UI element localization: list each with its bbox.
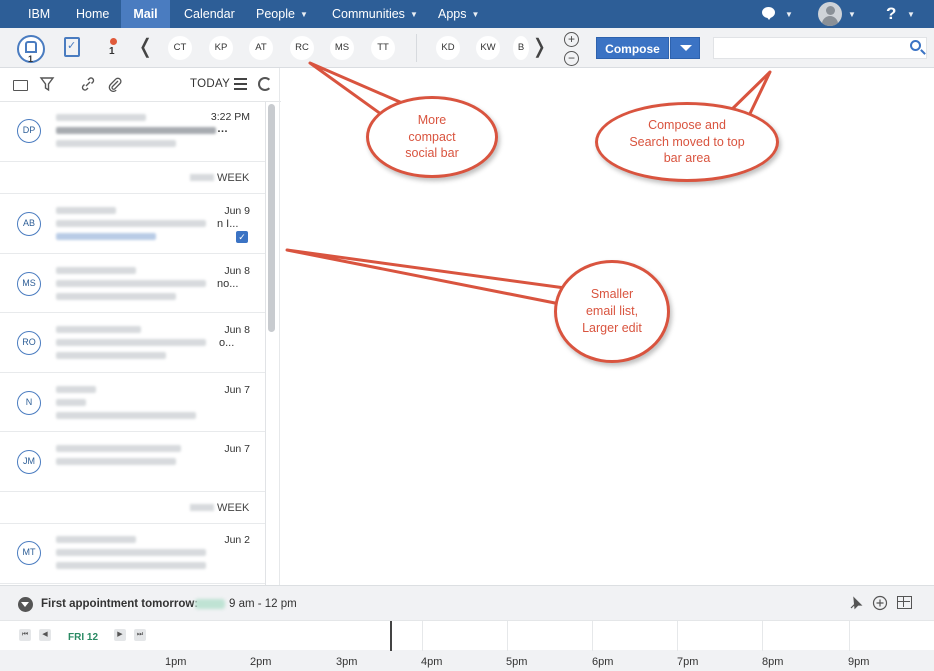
first-appointment-label: First appointment tomorrow: xyxy=(41,598,199,610)
app-window: IBM Home Mail Calendar People ▼ Communiti… xyxy=(0,0,934,671)
add-circle-icon[interactable] xyxy=(872,595,888,614)
current-time-marker xyxy=(390,621,392,651)
first-day-icon[interactable]: ⏮ xyxy=(19,629,31,641)
next-day-icon[interactable]: ▶ xyxy=(114,629,126,641)
prev-day-icon[interactable]: ◀ xyxy=(39,629,51,641)
callout-tails xyxy=(285,61,772,306)
hour-label: 6pm xyxy=(592,656,614,668)
hour-gridline xyxy=(422,621,423,651)
hour-gridline xyxy=(592,621,593,651)
list-callout-tail xyxy=(285,248,567,306)
social-callout: More compact social bar xyxy=(366,96,498,178)
appointment-blur xyxy=(195,599,225,609)
last-day-icon[interactable]: ⏭ xyxy=(134,629,146,641)
compose-callout: Compose and Search moved to top bar area xyxy=(595,102,779,182)
list-callout-text: Smaller email list, Larger edit xyxy=(582,287,642,335)
collapse-toggle-icon[interactable] xyxy=(18,597,33,612)
current-day-label[interactable]: FRI 12 xyxy=(68,632,98,643)
list-callout: Smaller email list, Larger edit xyxy=(554,260,670,363)
hour-label: 9pm xyxy=(848,656,870,668)
hour-gridline xyxy=(507,621,508,651)
compose-callout-text: Compose and Search moved to top bar area xyxy=(629,117,745,166)
social-callout-text: More compact social bar xyxy=(405,112,459,161)
hour-gridline xyxy=(677,621,678,651)
hour-label: 3pm xyxy=(336,656,358,668)
hour-label: 8pm xyxy=(762,656,784,668)
day-timeline: ⏮ ◀ FRI 12 ▶ ⏭ xyxy=(0,620,934,651)
calendar-footer: First appointment tomorrow: 9 am - 12 pm… xyxy=(0,585,934,671)
hour-label: 2pm xyxy=(250,656,272,668)
hour-label: 4pm xyxy=(421,656,443,668)
hour-label: 5pm xyxy=(506,656,528,668)
pin-icon[interactable] xyxy=(848,595,864,614)
hour-gridline xyxy=(849,621,850,651)
hour-label: 1pm xyxy=(165,656,187,668)
hour-gridline xyxy=(762,621,763,651)
calendar-grid-icon[interactable] xyxy=(897,596,912,609)
hour-labels: 1pm 2pm 3pm 4pm 5pm 6pm 7pm 8pm 9pm xyxy=(0,650,934,671)
hour-label: 7pm xyxy=(677,656,699,668)
appointment-time: 9 am - 12 pm xyxy=(229,598,297,610)
